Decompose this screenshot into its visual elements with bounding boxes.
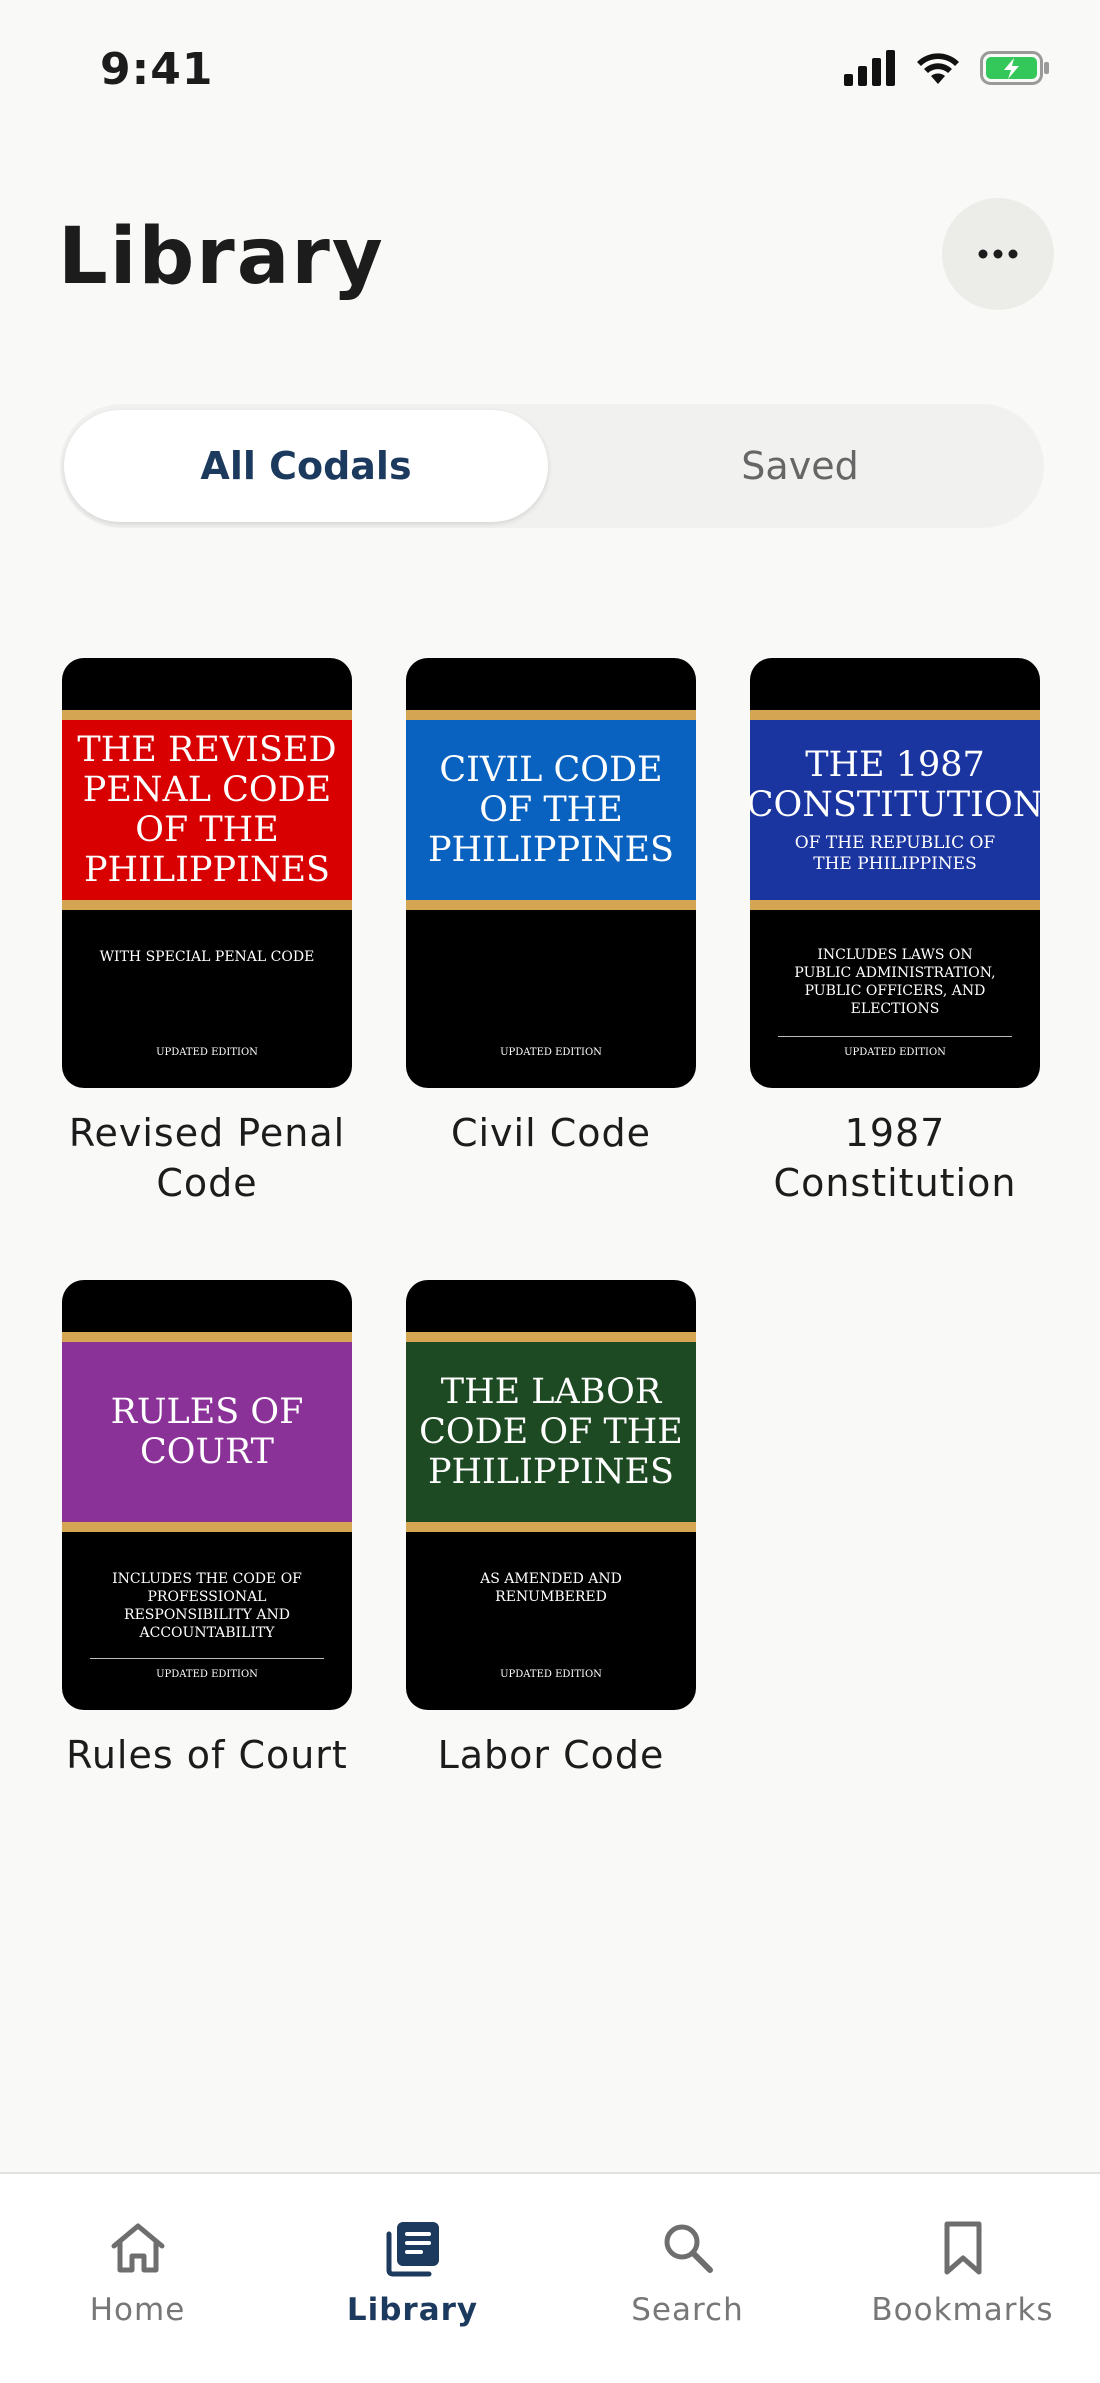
book-revised-penal-code[interactable]: THE REVISED PENAL CODE OF THE PHILIPPINE… [62, 658, 352, 1208]
book-title: 1987 Constitution [773, 1111, 1017, 1205]
cellular-signal-icon [844, 50, 895, 86]
cover-rule [778, 1036, 1012, 1037]
cover-band: THE 1987 CONSTITUTION OF THE REPUBLIC OF… [750, 710, 1040, 910]
tab-label: Bookmarks [871, 2292, 1054, 2328]
ellipsis-icon [978, 249, 1018, 259]
home-icon [111, 2223, 164, 2273]
tab-label: Search [631, 2292, 744, 2328]
bookmark-icon [944, 2221, 981, 2275]
cover-title: CIVIL CODE OF THE PHILIPPINES [427, 750, 675, 870]
book-cover: THE LABOR CODE OF THE PHILIPPINES AS AME… [406, 1280, 696, 1710]
tab-label: Home [89, 2292, 186, 2328]
cover-band: RULES OF COURT [62, 1332, 352, 1532]
search-icon [664, 2224, 713, 2273]
book-cover: RULES OF COURT INCLUDES THE CODE OF PROF… [62, 1280, 352, 1710]
book-civil-code[interactable]: CIVIL CODE OF THE PHILIPPINES UPDATED ED… [406, 658, 696, 1158]
cover-edition: UPDATED EDITION [844, 1047, 946, 1058]
tab-label: Library [346, 2292, 479, 2328]
cover-note: WITH SPECIAL PENAL CODE [99, 949, 315, 965]
book-labor-code[interactable]: THE LABOR CODE OF THE PHILIPPINES AS AME… [406, 1280, 696, 1780]
tab-home[interactable]: Home [0, 2174, 275, 2364]
cover-band: THE LABOR CODE OF THE PHILIPPINES [406, 1332, 696, 1532]
tab-all-codals[interactable]: All Codals [64, 410, 548, 522]
cover-title: THE 1987 CONSTITUTION [750, 745, 1040, 825]
cover-edition: UPDATED EDITION [500, 1669, 602, 1680]
cover-rule [90, 1658, 324, 1659]
status-icons [844, 50, 1050, 86]
tab-bookmarks[interactable]: Bookmarks [825, 2174, 1100, 2364]
page-title: Library [58, 212, 385, 302]
cover-band: CIVIL CODE OF THE PHILIPPINES [406, 710, 696, 910]
more-options-button[interactable] [942, 198, 1054, 310]
book-title: Rules of Court [66, 1733, 348, 1777]
status-time: 9:41 [100, 44, 214, 95]
cover-note: INCLUDES THE CODE OF PROFESSIONAL RESPON… [112, 1571, 302, 1641]
tab-saved[interactable]: Saved [560, 410, 1040, 522]
cover-title: THE REVISED PENAL CODE OF THE PHILIPPINE… [77, 730, 337, 890]
cover-edition: UPDATED EDITION [500, 1047, 602, 1058]
tab-search[interactable]: Search [550, 2174, 825, 2364]
cover-title: THE LABOR CODE OF THE PHILIPPINES [419, 1372, 683, 1492]
book-1987-constitution[interactable]: THE 1987 CONSTITUTION OF THE REPUBLIC OF… [750, 658, 1040, 1208]
cover-edition: UPDATED EDITION [156, 1669, 258, 1680]
cover-note: AS AMENDED AND RENUMBERED [480, 1571, 622, 1605]
cover-subtitle: OF THE REPUBLIC OF THE PHILIPPINES [794, 833, 996, 874]
wifi-icon [917, 53, 959, 84]
battery-charging-icon [980, 51, 1049, 85]
book-cover: THE REVISED PENAL CODE OF THE PHILIPPINE… [62, 658, 352, 1088]
segmented-control: All Codals Saved [60, 404, 1044, 528]
book-title: Civil Code [450, 1111, 652, 1155]
book-title: Revised Penal Code [68, 1111, 346, 1205]
tab-library[interactable]: Library [275, 2174, 550, 2364]
cover-edition: UPDATED EDITION [156, 1047, 258, 1058]
book-cover: CIVIL CODE OF THE PHILIPPINES UPDATED ED… [406, 658, 696, 1088]
book-rules-of-court[interactable]: RULES OF COURT INCLUDES THE CODE OF PROF… [62, 1280, 352, 1780]
cover-title: RULES OF COURT [110, 1392, 304, 1472]
cover-band: THE REVISED PENAL CODE OF THE PHILIPPINE… [62, 710, 352, 910]
library-icon [386, 2222, 439, 2277]
book-cover: THE 1987 CONSTITUTION OF THE REPUBLIC OF… [750, 658, 1040, 1088]
bottom-tab-bar: Home Library Search Bookmarks [0, 2172, 1100, 2383]
status-bar: 9:41 [0, 0, 1100, 140]
cover-note: INCLUDES LAWS ON PUBLIC ADMINISTRATION, … [794, 947, 996, 1017]
book-title: Labor Code [437, 1733, 665, 1777]
